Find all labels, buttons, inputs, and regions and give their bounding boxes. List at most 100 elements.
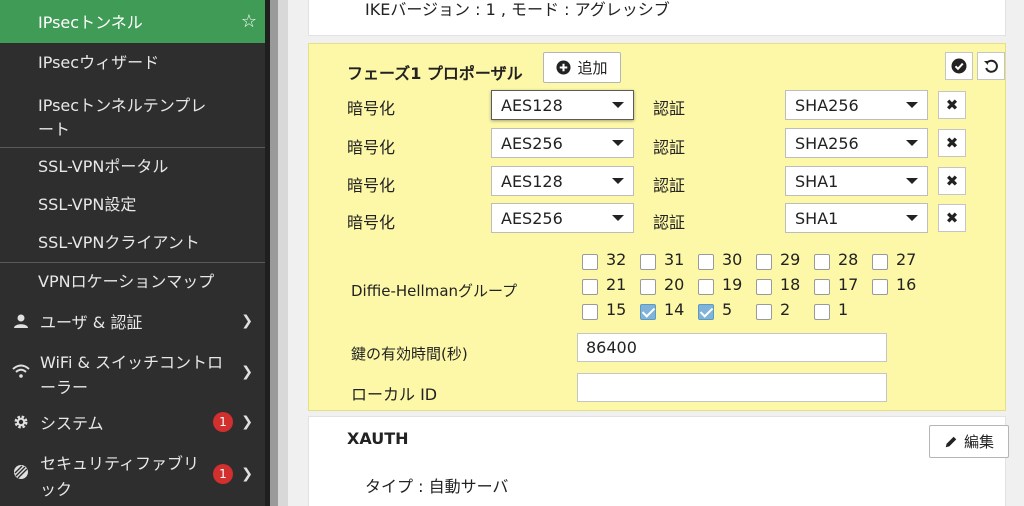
remove-proposal-button[interactable]: ✖	[938, 129, 966, 157]
localid-input[interactable]	[577, 373, 887, 402]
sidebar-item-ipsec-template[interactable]: IPsecトンネルテンプレ ート	[0, 83, 265, 145]
authentication-value: SHA1	[795, 208, 839, 228]
authentication-select[interactable]: SHA256	[785, 128, 928, 158]
encryption-select[interactable]: AES256	[491, 203, 634, 233]
dh-group-checkbox[interactable]	[814, 279, 830, 295]
encryption-label: 暗号化	[347, 176, 396, 195]
sidebar-item-ssl-vpn-portal[interactable]: SSL-VPNポータル	[0, 148, 265, 186]
sidebar-item-ssl-vpn-client[interactable]: SSL-VPNクライアント	[0, 224, 265, 262]
authentication-select[interactable]: SHA256	[785, 90, 928, 120]
dh-group-checkbox[interactable]	[640, 279, 656, 295]
user-icon	[10, 313, 32, 329]
dh-group-checkbox[interactable]	[640, 304, 656, 320]
remove-proposal-button[interactable]: ✖	[938, 204, 966, 232]
authentication-value: SHA256	[795, 133, 859, 153]
sidebar-item-ssl-vpn-settings[interactable]: SSL-VPN設定	[0, 186, 265, 224]
dh-group-checkbox[interactable]	[582, 304, 598, 320]
dh-group-checkbox[interactable]	[698, 304, 714, 320]
dh-group-label: Diffie-Hellmanグループ	[351, 282, 518, 300]
dh-group-checkbox[interactable]	[872, 279, 888, 295]
close-icon: ✖	[945, 134, 959, 152]
sidebar-item-label: IPsecトンネル	[38, 13, 143, 32]
ike-summary-text: IKEバージョン : 1 , モード : アグレッシブ	[365, 0, 670, 19]
sidebar-section-wifi-switch[interactable]: WiFi & スイッチコントロ ーラー ❯	[0, 341, 265, 403]
dh-group-number: 21	[606, 275, 627, 294]
authentication-label: 認証	[653, 176, 686, 195]
dh-group-checkbox[interactable]	[582, 279, 598, 295]
remove-proposal-button[interactable]: ✖	[938, 167, 966, 195]
dh-group-number: 17	[838, 275, 859, 294]
remove-proposal-button[interactable]: ✖	[938, 91, 966, 119]
dh-group-number: 19	[722, 275, 743, 294]
dh-group-checkbox[interactable]	[698, 254, 714, 270]
sidebar-section-security-fabric[interactable]: セキュリティファブリ ック 1 ❯	[0, 442, 265, 506]
dh-group-number: 1	[838, 300, 849, 319]
xauth-title: XAUTH	[347, 429, 409, 448]
wifi-icon	[10, 363, 32, 379]
confirm-button[interactable]	[945, 52, 973, 80]
gear-icon	[10, 414, 32, 430]
authentication-select[interactable]: SHA1	[785, 166, 928, 196]
close-icon: ✖	[945, 96, 959, 114]
sidebar-section-label: ユーザ & 認証	[40, 313, 143, 332]
dh-group-number: 15	[606, 300, 627, 319]
sidebar-section-label: WiFi & スイッチコントロ	[40, 353, 224, 372]
dh-group-checkbox[interactable]	[756, 279, 772, 295]
encryption-select[interactable]: AES128	[491, 166, 634, 196]
dh-group-checkbox[interactable]	[872, 254, 888, 270]
encryption-select[interactable]: AES256	[491, 128, 634, 158]
phase1-title: フェーズ1 プロポーザル	[347, 64, 523, 83]
add-proposal-button[interactable]: 追加	[543, 52, 621, 83]
dh-group-checkbox[interactable]	[640, 254, 656, 270]
dh-group-checkbox[interactable]	[756, 254, 772, 270]
authentication-label: 認証	[653, 138, 686, 157]
dh-group-number: 30	[722, 250, 743, 269]
authentication-label: 認証	[653, 213, 686, 232]
edit-button[interactable]: 編集	[929, 425, 1009, 458]
sidebar-item-label: IPsecウィザード	[38, 53, 160, 72]
xauth-card: XAUTH 編集 タイプ : 自動サーバ	[308, 416, 1009, 506]
dh-group-number: 18	[780, 275, 801, 294]
sidebar-item-ipsec-wizard[interactable]: IPsecウィザード	[0, 43, 265, 83]
sidebar-section-label: セキュリティファブリ	[40, 454, 200, 473]
undo-button[interactable]	[977, 52, 1005, 80]
authentication-select[interactable]: SHA1	[785, 203, 928, 233]
dh-group-checkbox[interactable]	[814, 304, 830, 320]
dh-group-checkbox[interactable]	[814, 254, 830, 270]
keylife-input[interactable]: 86400	[577, 333, 887, 362]
sidebar-item-label: SSL-VPN設定	[38, 195, 137, 214]
caret-down-icon	[612, 102, 624, 108]
sidebar-section-system[interactable]: システム 1 ❯	[0, 403, 265, 441]
favorite-star-icon[interactable]: ☆	[241, 0, 257, 45]
sidebar-item-ipsec-tunnel[interactable]: IPsecトンネル ☆	[0, 0, 265, 43]
dh-group-number: 29	[780, 250, 801, 269]
dh-group-checkbox[interactable]	[756, 304, 772, 320]
sidebar-section-label-cont: ック	[40, 480, 73, 499]
sidebar-item-label: SSL-VPNポータル	[38, 157, 169, 176]
authentication-value: SHA1	[795, 171, 839, 191]
dh-group-number: 32	[606, 250, 627, 269]
chevron-right-icon: ❯	[241, 313, 253, 329]
ike-summary-card: IKEバージョン : 1 , モード : アグレッシブ	[308, 0, 1006, 36]
dh-group-number: 16	[896, 275, 917, 294]
dh-group-checkbox[interactable]	[698, 279, 714, 295]
pencil-icon	[945, 436, 957, 447]
undo-icon	[984, 59, 998, 73]
encryption-select[interactable]: AES128	[491, 90, 634, 120]
close-icon: ✖	[945, 209, 959, 227]
sidebar-item-vpn-location-map[interactable]: VPNロケーションマップ	[0, 263, 265, 301]
encryption-label: 暗号化	[347, 213, 396, 232]
sidebar-section-user-auth[interactable]: ユーザ & 認証 ❯	[0, 302, 265, 340]
phase1-proposal-panel: フェーズ1 プロポーザル 追加 暗号化 AES128 認証 SHA256 ✖ 暗…	[308, 43, 1006, 411]
sidebar-item-label: SSL-VPNクライアント	[38, 233, 200, 252]
add-proposal-label: 追加	[577, 59, 608, 77]
dh-group-number: 28	[838, 250, 859, 269]
keylife-label: 鍵の有効時間(秒)	[351, 345, 468, 363]
dh-group-number: 31	[664, 250, 685, 269]
dh-group-checkbox[interactable]	[582, 254, 598, 270]
sidebar-scrollbar-thumb[interactable]	[270, 0, 278, 506]
localid-label: ローカル ID	[351, 385, 438, 404]
sidebar-item-label: IPsecトンネルテンプレ	[38, 96, 207, 115]
sidebar-section-label: システム	[40, 414, 104, 433]
chevron-right-icon: ❯	[241, 364, 253, 380]
